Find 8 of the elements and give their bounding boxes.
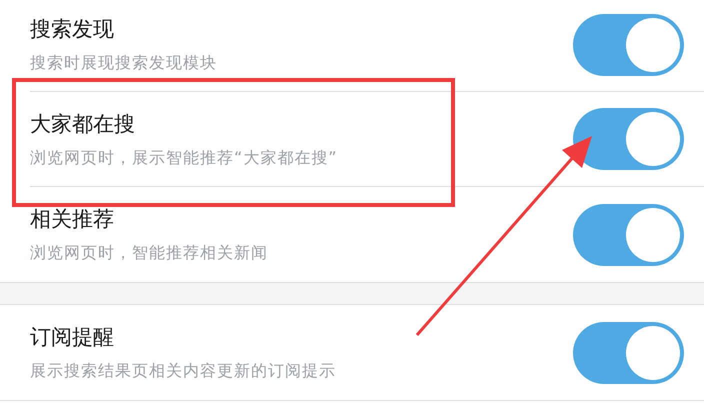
setting-title: 搜索发现	[30, 16, 115, 43]
setting-description: 搜索时展现搜索发现模块	[30, 53, 217, 74]
setting-description: 展示搜索结果页相关内容更新的订阅提示	[30, 361, 336, 382]
setting-title: 订阅提醒	[30, 324, 115, 351]
setting-description: 浏览网页时，展示智能推荐“大家都在搜”	[30, 148, 338, 168]
setting-title: 相关推荐	[30, 206, 115, 233]
setting-title: 大家都在搜	[30, 110, 136, 138]
setting-description: 浏览网页时，智能推荐相关新闻	[30, 243, 268, 264]
